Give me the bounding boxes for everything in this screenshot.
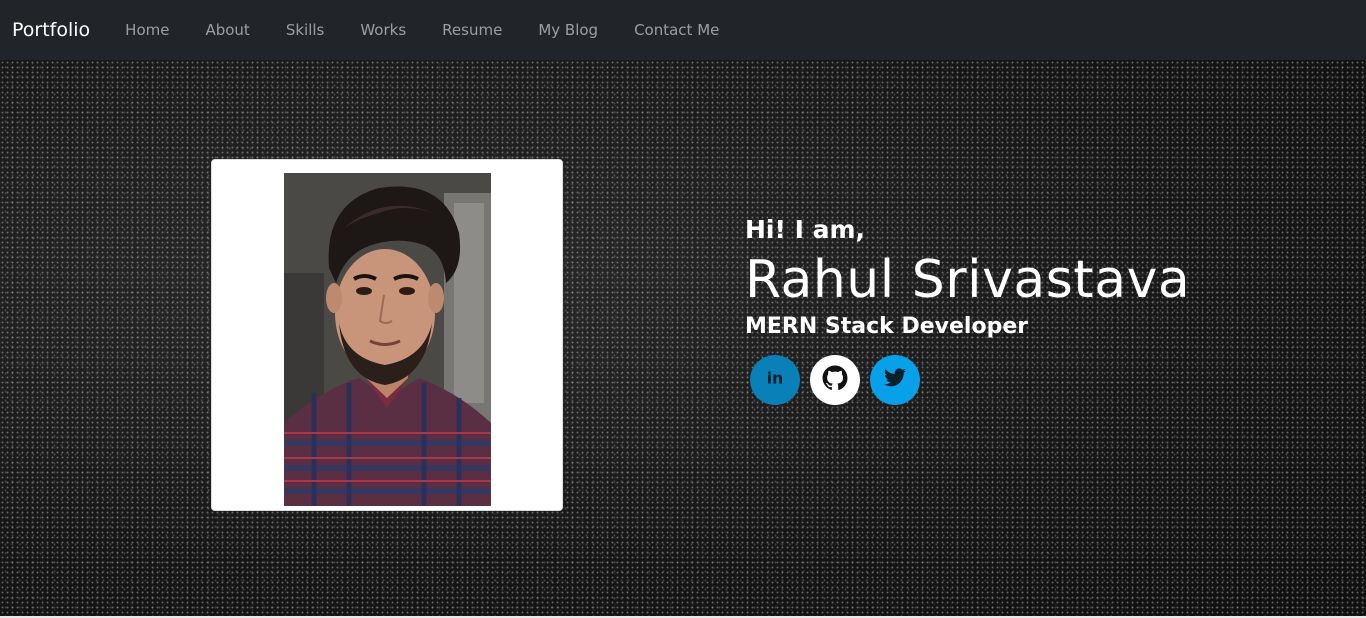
nav-item-about[interactable]: About [187, 0, 267, 60]
nav-item-resume[interactable]: Resume [424, 0, 520, 60]
twitter-icon [883, 366, 907, 394]
nav-item-contact-me[interactable]: Contact Me [616, 0, 737, 60]
twitter-button[interactable] [870, 355, 920, 405]
profile-photo-card [211, 159, 563, 511]
github-icon [822, 365, 848, 395]
linkedin-icon: in [764, 367, 786, 393]
hero-name: Rahul Srivastava [745, 250, 1191, 310]
nav-item-my-blog[interactable]: My Blog [520, 0, 616, 60]
navbar: Portfolio Home About Skills Works Resume… [0, 0, 1366, 60]
navbar-brand[interactable]: Portfolio [12, 19, 90, 41]
nav-item-skills[interactable]: Skills [268, 0, 343, 60]
github-button[interactable] [810, 355, 860, 405]
social-links: in [750, 355, 920, 405]
hero-role: MERN Stack Developer [745, 314, 1029, 339]
intro-block: Hi! I am, Rahul Srivastava MERN Stack De… [745, 210, 1190, 344]
greeting-text: Hi! I am, [745, 215, 866, 244]
profile-photo [284, 173, 491, 506]
svg-text:in: in [767, 370, 783, 388]
nav-item-works[interactable]: Works [342, 0, 424, 60]
linkedin-button[interactable]: in [750, 355, 800, 405]
nav-item-home[interactable]: Home [107, 0, 187, 60]
